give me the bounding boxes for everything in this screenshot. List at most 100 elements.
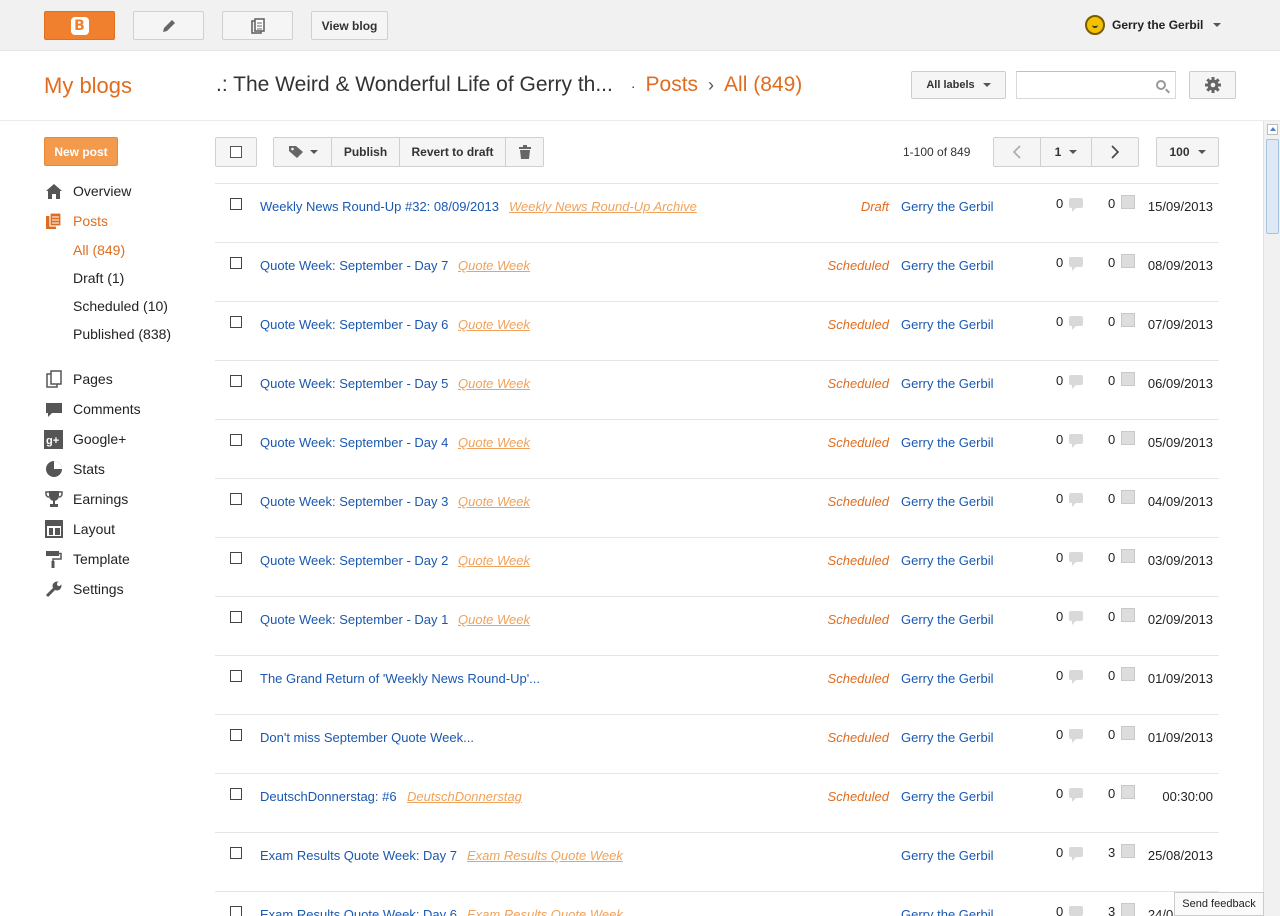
sidebar-item-layout[interactable]: Layout xyxy=(44,518,115,540)
post-label[interactable]: Quote Week xyxy=(458,376,530,391)
post-author[interactable]: Gerry the Gerbil xyxy=(901,258,993,273)
sidebar-item-earnings[interactable]: Earnings xyxy=(44,488,128,510)
pages-button[interactable] xyxy=(222,11,293,40)
post-comments[interactable]: 0 xyxy=(1056,196,1084,212)
post-row[interactable]: Quote Week: September - Day 1 Quote Week S… xyxy=(215,596,1219,655)
post-label[interactable]: Quote Week xyxy=(458,494,530,509)
sidebar-item-settings[interactable]: Settings xyxy=(44,578,124,600)
sidebar-sub-all[interactable]: All (849) xyxy=(73,242,125,258)
post-title[interactable]: Quote Week: September - Day 7 xyxy=(260,258,448,273)
post-author[interactable]: Gerry the Gerbil xyxy=(901,435,993,450)
post-title[interactable]: Quote Week: September - Day 6 xyxy=(260,317,448,332)
post-title[interactable]: Weekly News Round-Up #32: 08/09/2013 xyxy=(260,199,499,214)
post-title[interactable]: Quote Week: September - Day 5 xyxy=(260,376,448,391)
scroll-up-arrow[interactable] xyxy=(1267,124,1278,135)
view-blog-button[interactable]: View blog xyxy=(311,11,388,40)
post-row[interactable]: Quote Week: September - Day 6 Quote Week S… xyxy=(215,301,1219,360)
post-title[interactable]: Don't miss September Quote Week... xyxy=(260,730,474,745)
post-author[interactable]: Gerry the Gerbil xyxy=(901,907,993,916)
post-author[interactable]: Gerry the Gerbil xyxy=(901,848,993,863)
post-title[interactable]: Quote Week: September - Day 2 xyxy=(260,553,448,568)
delete-button[interactable] xyxy=(505,137,544,167)
post-label[interactable]: Quote Week xyxy=(458,553,530,568)
post-checkbox[interactable] xyxy=(230,788,242,800)
page-select[interactable]: 1 xyxy=(1040,137,1092,167)
blog-name[interactable]: .: The Weird & Wonderful Life of Gerry t… xyxy=(216,73,613,97)
post-checkbox[interactable] xyxy=(230,906,242,916)
page-size-select[interactable]: 100 xyxy=(1156,137,1219,167)
post-checkbox[interactable] xyxy=(230,434,242,446)
settings-gear-button[interactable] xyxy=(1189,71,1236,99)
post-checkbox[interactable] xyxy=(230,729,242,741)
post-row[interactable]: Quote Week: September - Day 2 Quote Week S… xyxy=(215,537,1219,596)
publish-button[interactable]: Publish xyxy=(331,137,400,167)
post-row[interactable]: Quote Week: September - Day 4 Quote Week S… xyxy=(215,419,1219,478)
sidebar-item-google-plus[interactable]: g+ Google+ xyxy=(44,428,126,450)
post-checkbox[interactable] xyxy=(230,493,242,505)
scroll-thumb[interactable] xyxy=(1266,139,1279,234)
new-post-button[interactable]: New post xyxy=(44,137,118,166)
post-label[interactable]: Weekly News Round-Up Archive xyxy=(509,199,697,214)
sidebar-item-comments[interactable]: Comments xyxy=(44,398,141,420)
post-checkbox[interactable] xyxy=(230,257,242,269)
post-title[interactable]: Quote Week: September - Day 3 xyxy=(260,494,448,509)
all-labels-dropdown[interactable]: All labels xyxy=(911,71,1006,99)
post-row[interactable]: Quote Week: September - Day 7 Quote Week S… xyxy=(215,242,1219,301)
post-checkbox[interactable] xyxy=(230,198,242,210)
sidebar-item-pages[interactable]: Pages xyxy=(44,368,113,390)
post-checkbox[interactable] xyxy=(230,552,242,564)
post-author[interactable]: Gerry the Gerbil xyxy=(901,199,993,214)
label-dropdown-button[interactable] xyxy=(273,137,332,167)
post-row[interactable]: DeutschDonnerstag: #6 DeutschDonnerstag Sc… xyxy=(215,773,1219,832)
sidebar-sub-published[interactable]: Published (838) xyxy=(73,326,171,342)
post-checkbox[interactable] xyxy=(230,375,242,387)
post-checkbox[interactable] xyxy=(230,670,242,682)
post-comments[interactable]: 0 xyxy=(1056,668,1084,684)
sidebar-sub-scheduled[interactable]: Scheduled (10) xyxy=(73,298,168,314)
post-row[interactable]: Weekly News Round-Up #32: 08/09/2013 Week… xyxy=(215,183,1219,242)
my-blogs-link[interactable]: My blogs xyxy=(44,73,132,99)
post-author[interactable]: Gerry the Gerbil xyxy=(901,671,993,686)
post-title[interactable]: DeutschDonnerstag: #6 xyxy=(260,789,397,804)
post-author[interactable]: Gerry the Gerbil xyxy=(901,494,993,509)
post-comments[interactable]: 0 xyxy=(1056,904,1084,916)
post-title[interactable]: Exam Results Quote Week: Day 6 xyxy=(260,907,457,916)
post-row[interactable]: The Grand Return of 'Weekly News Round-U… xyxy=(215,655,1219,714)
breadcrumb-posts[interactable]: Posts xyxy=(646,73,699,97)
post-label[interactable]: Quote Week xyxy=(458,258,530,273)
post-title[interactable]: The Grand Return of 'Weekly News Round-U… xyxy=(260,671,540,686)
post-row[interactable]: Quote Week: September - Day 3 Quote Week S… xyxy=(215,478,1219,537)
post-author[interactable]: Gerry the Gerbil xyxy=(901,730,993,745)
blogger-home-button[interactable]: B xyxy=(44,11,115,40)
search-icon[interactable] xyxy=(1156,80,1166,90)
scrollbar[interactable] xyxy=(1263,121,1280,916)
post-comments[interactable]: 0 xyxy=(1056,373,1084,389)
post-comments[interactable]: 0 xyxy=(1056,727,1084,743)
post-label[interactable]: Exam Results Quote Week xyxy=(467,907,623,916)
revert-to-draft-button[interactable]: Revert to draft xyxy=(399,137,506,167)
post-author[interactable]: Gerry the Gerbil xyxy=(901,553,993,568)
sidebar-item-template[interactable]: Template xyxy=(44,548,130,570)
post-title[interactable]: Exam Results Quote Week: Day 7 xyxy=(260,848,457,863)
post-label[interactable]: Quote Week xyxy=(458,435,530,450)
sidebar-item-posts[interactable]: Posts xyxy=(44,210,108,232)
post-author[interactable]: Gerry the Gerbil xyxy=(901,612,993,627)
post-label[interactable]: Exam Results Quote Week xyxy=(467,848,623,863)
sidebar-sub-draft[interactable]: Draft (1) xyxy=(73,270,124,286)
sidebar-item-overview[interactable]: Overview xyxy=(44,180,131,202)
post-author[interactable]: Gerry the Gerbil xyxy=(901,376,993,391)
post-comments[interactable]: 0 xyxy=(1056,550,1084,566)
post-title[interactable]: Quote Week: September - Day 4 xyxy=(260,435,448,450)
new-post-pencil-button[interactable] xyxy=(133,11,204,40)
post-comments[interactable]: 0 xyxy=(1056,609,1084,625)
post-author[interactable]: Gerry the Gerbil xyxy=(901,317,993,332)
user-menu[interactable]: Gerry the Gerbil xyxy=(1085,14,1222,36)
search-input[interactable] xyxy=(1016,71,1176,99)
post-row[interactable]: Don't miss September Quote Week... Schedu… xyxy=(215,714,1219,773)
next-page-button[interactable] xyxy=(1091,137,1139,167)
post-row[interactable]: Exam Results Quote Week: Day 7 Exam Resul… xyxy=(215,832,1219,891)
post-author[interactable]: Gerry the Gerbil xyxy=(901,789,993,804)
select-all-checkbox[interactable] xyxy=(215,137,257,167)
sidebar-item-stats[interactable]: Stats xyxy=(44,458,105,480)
post-checkbox[interactable] xyxy=(230,316,242,328)
